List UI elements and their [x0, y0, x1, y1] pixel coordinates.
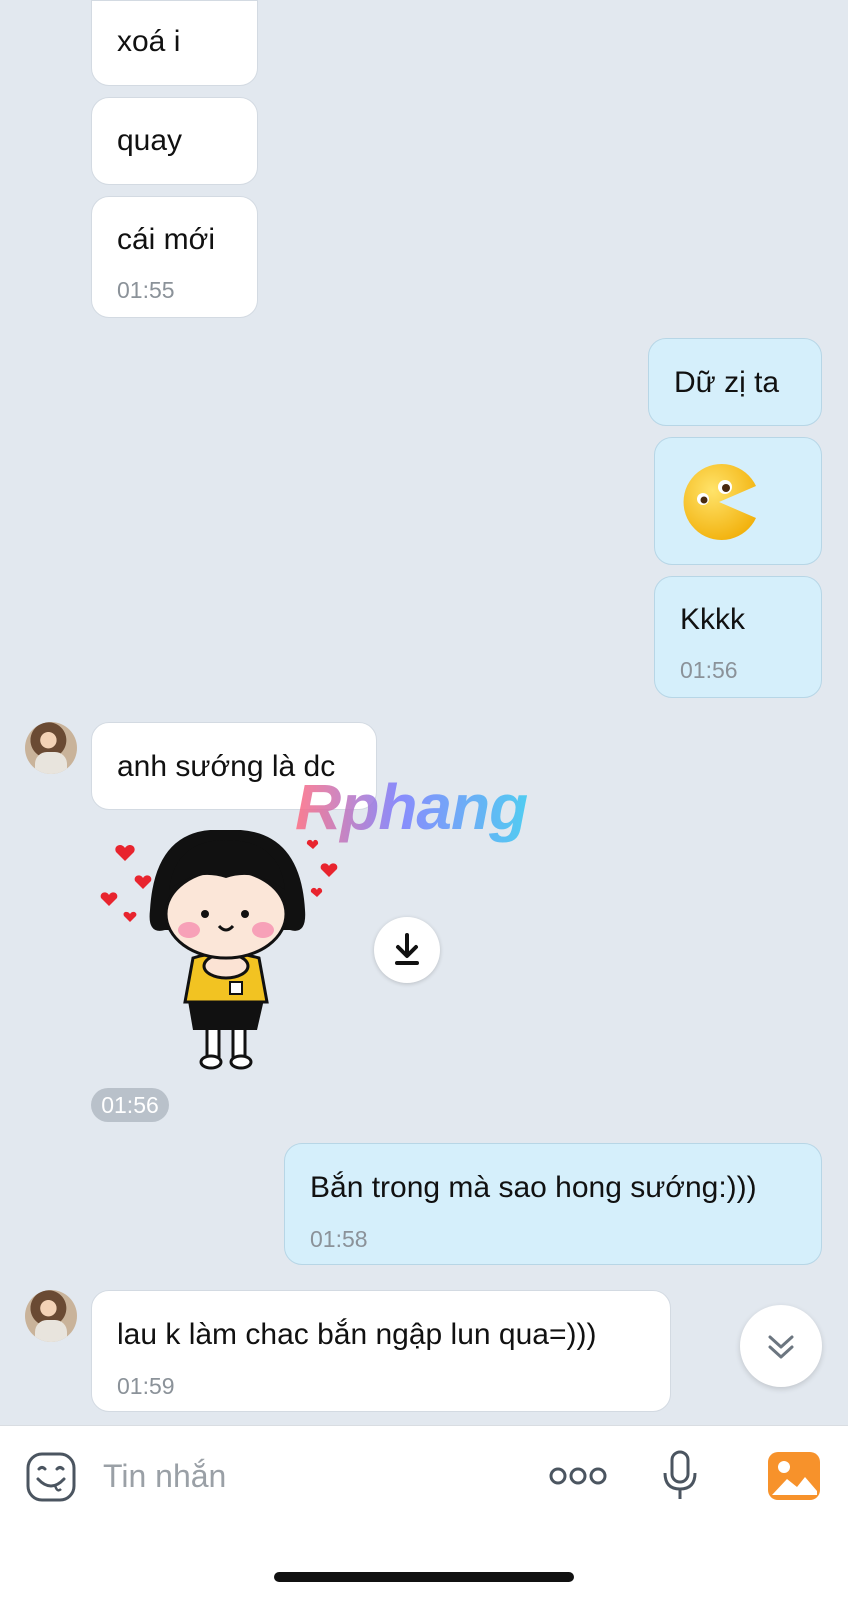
download-button[interactable] — [374, 917, 440, 983]
contact-avatar[interactable] — [25, 722, 77, 774]
contact-avatar[interactable] — [25, 1290, 77, 1342]
message-bubble-incoming[interactable]: xoá i — [91, 0, 258, 86]
message-bubble-outgoing[interactable]: Dữ zị ta — [648, 338, 822, 426]
message-bubble-outgoing[interactable]: Bắn trong mà sao hong sướng:))) 01:58 — [284, 1143, 822, 1265]
message-bubble-outgoing[interactable]: Kkkk 01:56 — [654, 576, 822, 698]
message-text: Dữ zị ta — [674, 366, 780, 399]
download-icon — [395, 933, 419, 965]
message-composer: Tin nhắn — [0, 1425, 848, 1601]
message-text: cái mới — [117, 223, 216, 256]
chat-area[interactable]: xoá i quay cái mới 01:55 Dữ zị ta Kkkk 0… — [0, 0, 848, 1425]
home-indicator — [274, 1572, 574, 1582]
message-bubble-outgoing[interactable] — [654, 437, 822, 565]
sticker-time: 01:56 — [91, 1088, 169, 1122]
emoji-icon[interactable] — [25, 1451, 77, 1503]
image-icon[interactable] — [767, 1451, 821, 1501]
scroll-to-bottom-button[interactable] — [740, 1305, 822, 1387]
message-text: Bắn trong mà sao hong sướng:))) — [310, 1171, 757, 1204]
microphone-icon[interactable] — [660, 1449, 700, 1503]
more-icon[interactable] — [548, 1466, 608, 1486]
message-text: Kkkk — [680, 603, 746, 636]
message-bubble-incoming[interactable]: lau k làm chac bắn ngập lun qua=))) 01:5… — [91, 1290, 671, 1412]
pacman-emoji-icon — [683, 464, 756, 540]
message-text: xoá i — [117, 25, 181, 58]
message-time: 01:55 — [117, 277, 175, 303]
message-time: 01:56 — [680, 657, 738, 683]
message-text: lau k làm chac bắn ngập lun qua=))) — [117, 1318, 597, 1351]
message-bubble-incoming[interactable]: cái mới 01:55 — [91, 196, 258, 318]
message-bubble-incoming[interactable]: quay — [91, 97, 258, 185]
message-time: 01:59 — [117, 1373, 175, 1399]
chevron-double-down-icon — [768, 1335, 794, 1359]
message-text: quay — [117, 124, 183, 157]
message-input[interactable]: Tin nhắn — [103, 1456, 226, 1496]
message-time: 01:58 — [310, 1226, 368, 1252]
girl-hearts-sticker[interactable] — [95, 830, 355, 1080]
